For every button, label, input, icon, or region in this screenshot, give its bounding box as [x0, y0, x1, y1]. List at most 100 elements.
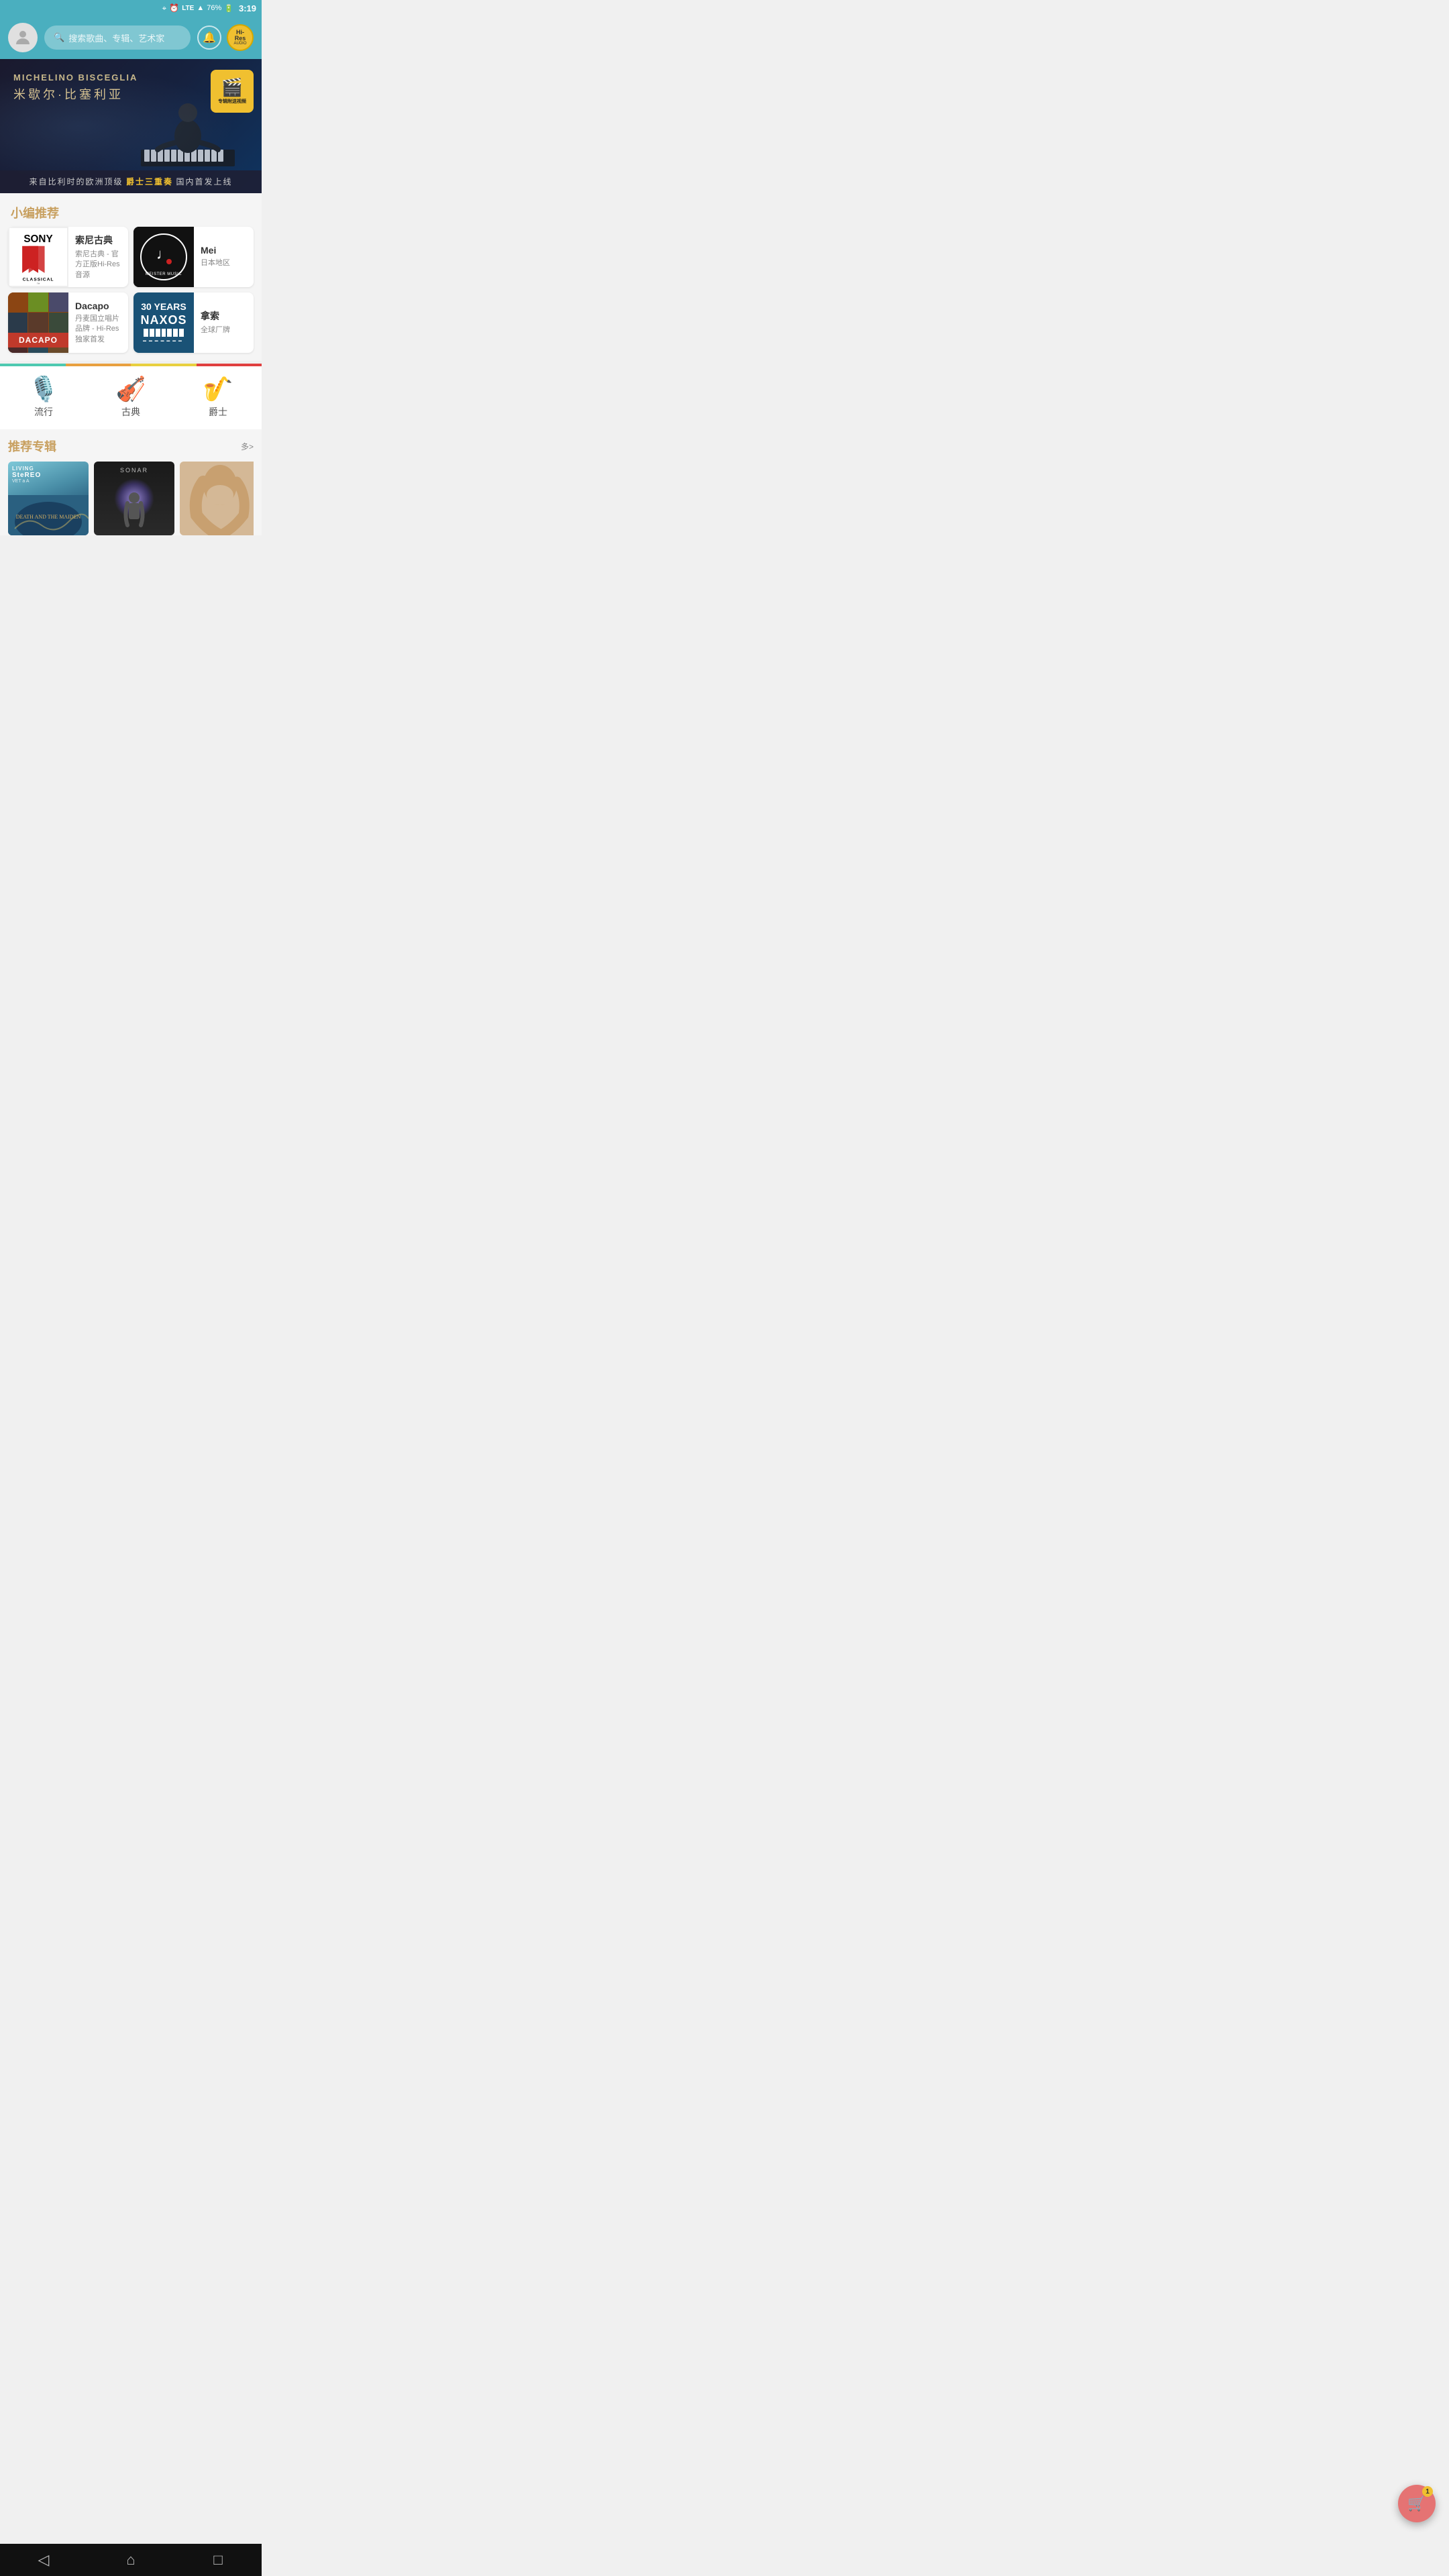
avatar[interactable]: [8, 23, 38, 52]
lte-label: LTE: [182, 5, 194, 12]
genre-list: 🎙️ 流行 🎻 古典 🎷 爵士: [0, 377, 262, 419]
album1-background: LIVING SteREO VET a A DEATH AND THE MAID…: [8, 462, 89, 535]
albums-more[interactable]: 多>: [241, 441, 254, 452]
sony-desc: 索尼古典 - 官方正版Hi-Res音源: [75, 250, 124, 280]
naxos-text: NAXOS: [140, 313, 186, 327]
genre-label-jiaoshi: 爵士: [209, 405, 227, 419]
album-thumb-sonar[interactable]: SONAR: [94, 462, 174, 535]
naxos-thumbnail: 30 YEARS NAXOS ━━━━━━━: [133, 292, 194, 353]
search-icon: 🔍: [54, 32, 64, 43]
sony-name: 索尼古典: [75, 233, 124, 247]
banner-subtitle-highlight: 爵士三重奏: [126, 177, 173, 186]
rec-card-meister[interactable]: ♩ MEISTER MUSIC Mei 日本地区: [133, 227, 254, 287]
color-bar-seg-4: [197, 364, 262, 366]
dacapo-desc: 丹麦国立唱片品牌 - Hi-Res独家首发: [75, 314, 124, 345]
naxos-base-line: ━━━━━━━: [143, 338, 184, 344]
recents-icon: □: [213, 2551, 222, 2569]
back-button[interactable]: ◁: [23, 2544, 64, 2576]
naxos-pillars: [144, 329, 184, 337]
alarm-icon: ⏰: [169, 3, 179, 13]
album3-portrait: [180, 462, 254, 535]
dacapo-info: Dacapo 丹麦国立唱片品牌 - Hi-Res独家首发: [75, 295, 128, 350]
svg-text:CLASSICAL: CLASSICAL: [23, 277, 54, 282]
hires-audio: AUDIO: [233, 42, 246, 46]
bell-icon: 🔔: [203, 31, 216, 44]
album1-vet-label: VET a A: [12, 479, 85, 484]
album-thumb-portrait[interactable]: [180, 462, 254, 535]
saxophone-icon: 🎷: [203, 377, 233, 401]
home-button[interactable]: ⌂: [111, 2544, 151, 2576]
video-badge-label: 专辑附送视频: [218, 99, 246, 105]
album2-background: SONAR: [94, 462, 174, 535]
signal-icon: ▲: [197, 4, 204, 12]
editor-pick-title: 小编推荐: [11, 204, 251, 221]
genre-label-gudian: 古典: [121, 405, 140, 419]
album2-figure: [117, 488, 151, 529]
genre-item-liuxing[interactable]: 🎙️ 流行: [29, 377, 59, 419]
banner[interactable]: MICHELINO BISCEGLIA 米歇尔·比塞利亚 🎬 专辑附送视频 来自…: [0, 59, 262, 193]
banner-subtitle: 来自比利时的欧洲顶级 爵士三重奏 国内首发上线: [0, 170, 262, 193]
albums-title: 推荐专辑: [8, 437, 56, 455]
genre-item-gudian[interactable]: 🎻 古典: [116, 377, 146, 419]
naxos-name: 拿索: [201, 309, 250, 323]
search-bar[interactable]: 🔍 搜索歌曲、专辑、艺术家: [44, 25, 191, 50]
naxos-years: 30 YEARS: [141, 301, 186, 312]
banner-subtitle-text2: 国内首发上线: [176, 177, 232, 186]
sony-info: 索尼古典 索尼古典 - 官方正版Hi-Res音源: [75, 228, 128, 286]
banner-subtitle-text1: 来自比利时的欧洲顶级: [30, 177, 123, 186]
home-icon: ⌂: [126, 2551, 135, 2569]
genre-label-liuxing: 流行: [34, 405, 53, 419]
album2-text: SONAR: [94, 467, 174, 474]
sony-thumbnail: SONY CLASSICAL ™: [8, 227, 68, 287]
album1-living-label: LIVING: [12, 466, 85, 472]
genre-item-jiaoshi[interactable]: 🎷 爵士: [203, 377, 233, 419]
album3-background: [180, 462, 254, 535]
album1-stereo-label: SteREO: [12, 472, 85, 479]
battery-label: 76%: [207, 4, 221, 12]
notification-button[interactable]: 🔔: [197, 25, 221, 50]
header-right: 🔔 Hi- Res AUDIO: [197, 24, 254, 51]
user-icon: [13, 28, 33, 48]
meister-logo-svg: ♩ MEISTER MUSIC: [133, 227, 194, 287]
app-header: 🔍 搜索歌曲、专辑、艺术家 🔔 Hi- Res AUDIO: [0, 16, 262, 59]
microphone-icon: 🎙️: [29, 377, 59, 401]
film-icon: 🎬: [221, 77, 243, 98]
rec-card-sony[interactable]: SONY CLASSICAL ™ 索尼古典 索尼古典 - 官方正版Hi-Res音…: [8, 227, 128, 287]
video-badge[interactable]: 🎬 专辑附送视频: [211, 70, 254, 113]
album1-art: DEATH AND THE MAIDEN: [8, 495, 89, 535]
album-thumb-living-stereo[interactable]: LIVING SteREO VET a A DEATH AND THE MAID…: [8, 462, 89, 535]
color-bar-seg-1: [0, 364, 66, 366]
svg-text:SONY: SONY: [23, 233, 52, 245]
back-icon: ◁: [38, 2551, 50, 2569]
rec-card-naxos[interactable]: 30 YEARS NAXOS ━━━━━━━ 拿索 全球厂牌: [133, 292, 254, 353]
albums-header: 推荐专辑 多>: [8, 437, 254, 455]
cart-icon: 🛒: [1407, 2495, 1426, 2512]
hires-res: Res: [235, 36, 246, 42]
albums-section: 推荐专辑 多> LIVING SteREO VET a A DEATH AND …: [0, 429, 262, 535]
status-bar: ⌖ ⏰ LTE ▲ 76% 🔋 3:19: [0, 0, 262, 16]
search-placeholder: 搜索歌曲、专辑、艺术家: [68, 32, 164, 44]
naxos-desc: 全球厂牌: [201, 325, 250, 335]
hires-badge[interactable]: Hi- Res AUDIO: [227, 24, 254, 51]
status-icons: ⌖ ⏰ LTE ▲ 76% 🔋 3:19: [162, 3, 256, 13]
cart-count: 1: [1422, 2486, 1433, 2497]
meister-thumbnail: ♩ MEISTER MUSIC: [133, 227, 194, 287]
albums-grid: LIVING SteREO VET a A DEATH AND THE MAID…: [8, 462, 254, 535]
album1-text: LIVING SteREO VET a A: [12, 466, 85, 484]
sony-logo-svg: SONY CLASSICAL ™: [8, 228, 68, 286]
rec-card-dacapo[interactable]: DACAPO Dacapo 丹麦国立唱片品牌 - Hi-Res独家首发: [8, 292, 128, 353]
cart-button[interactable]: 🛒 1: [1398, 2485, 1436, 2522]
banner-artist-en: MICHELINO BISCEGLIA: [13, 72, 201, 83]
dacapo-thumbnail: DACAPO: [8, 292, 68, 353]
rec-grid: SONY CLASSICAL ™ 索尼古典 索尼古典 - 官方正版Hi-Res音…: [8, 227, 254, 353]
recents-button[interactable]: □: [198, 2544, 238, 2576]
banner-text: MICHELINO BISCEGLIA 米歇尔·比塞利亚: [13, 72, 201, 103]
dacapo-label-text: DACAPO: [19, 335, 58, 345]
meister-name: Mei: [201, 245, 250, 256]
color-bar-seg-2: [66, 364, 131, 366]
banner-artist-zh: 米歇尔·比塞利亚: [13, 85, 201, 103]
svg-text:MEISTER MUSIC: MEISTER MUSIC: [146, 272, 182, 276]
svg-text:™: ™: [37, 282, 40, 286]
color-bar-seg-3: [131, 364, 197, 366]
bluetooth-icon: ⌖: [162, 3, 166, 13]
